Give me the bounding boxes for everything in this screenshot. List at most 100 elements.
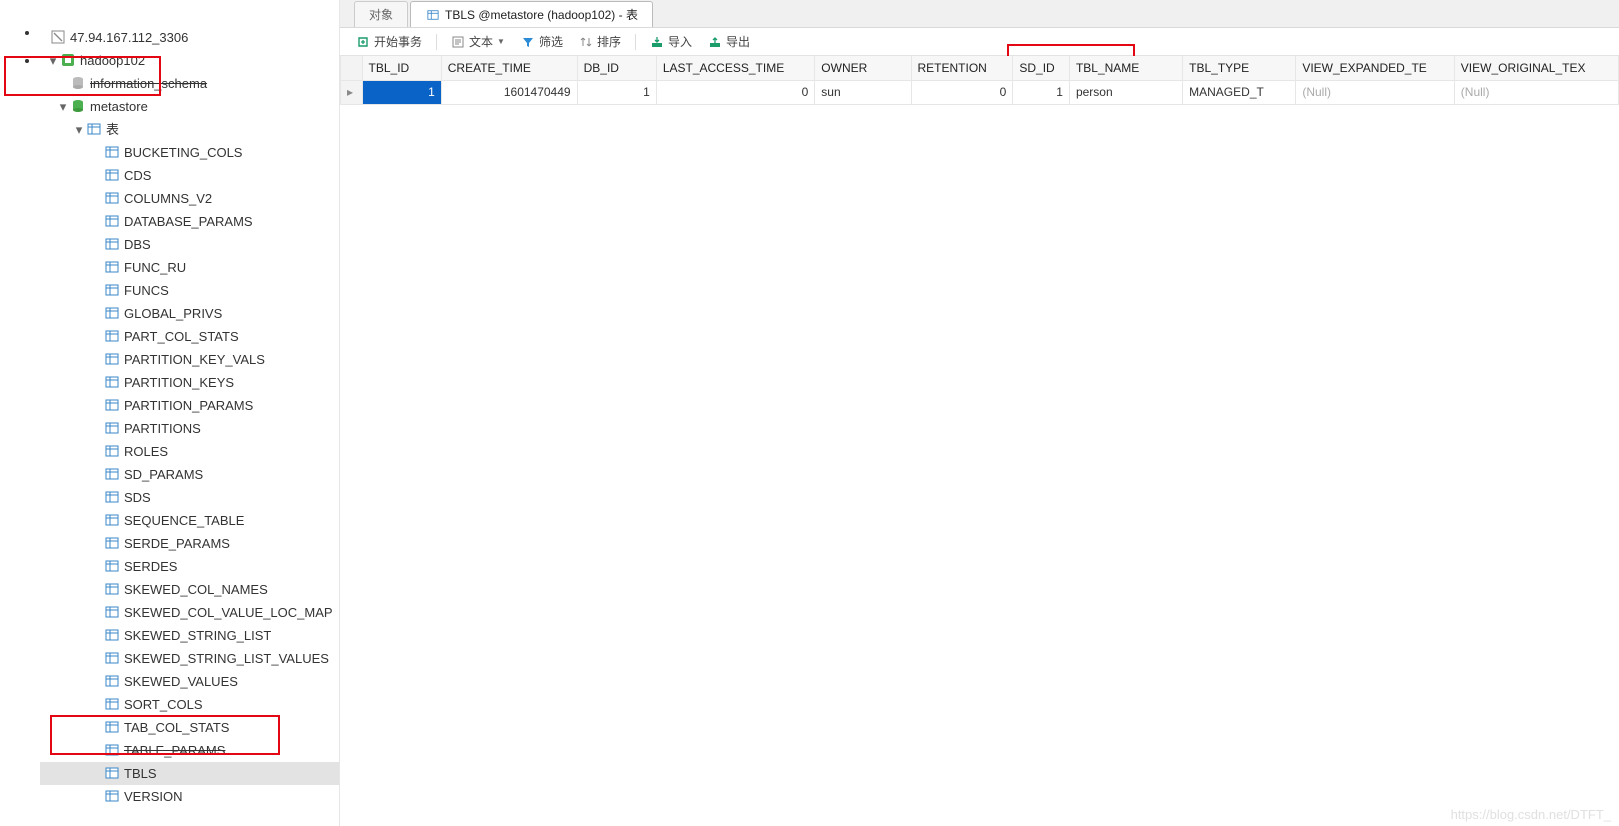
table-item-table_params[interactable]: TABLE_PARAMS xyxy=(40,739,339,762)
table-label: PARTITIONS xyxy=(124,417,201,440)
table-item-skewed_col_value_loc_map[interactable]: SKEWED_COL_VALUE_LOC_MAP xyxy=(40,601,339,624)
chevron-down-icon: ▼ xyxy=(497,37,505,46)
chevron-down-icon: ▾ xyxy=(56,95,70,118)
cell-retention[interactable]: 0 xyxy=(911,80,1013,104)
table-item-skewed_string_list[interactable]: SKEWED_STRING_LIST xyxy=(40,624,339,647)
chevron-down-icon: ▾ xyxy=(72,118,86,141)
table-item-funcs[interactable]: FUNCS xyxy=(40,279,339,302)
table-item-tab_col_stats[interactable]: TAB_COL_STATS xyxy=(40,716,339,739)
table-item-skewed_col_names[interactable]: SKEWED_COL_NAMES xyxy=(40,578,339,601)
table-icon xyxy=(104,259,120,275)
toolbar-label: 文本 xyxy=(469,33,493,50)
table-icon xyxy=(104,719,120,735)
table-item-sequence_table[interactable]: SEQUENCE_TABLE xyxy=(40,509,339,532)
table-item-bucketing_cols[interactable]: BUCKETING_COLS xyxy=(40,141,339,164)
tab-objects[interactable]: 对象 xyxy=(354,1,408,27)
column-header-tbl_name[interactable]: TBL_NAME xyxy=(1069,56,1182,80)
table-label: SD_PARAMS xyxy=(124,463,203,486)
table-label: DATABASE_PARAMS xyxy=(124,210,253,233)
table-icon xyxy=(104,627,120,643)
table-icon xyxy=(104,604,120,620)
cell-tbl_type[interactable]: MANAGED_T xyxy=(1183,80,1296,104)
column-header-sd_id[interactable]: SD_ID xyxy=(1013,56,1070,80)
toolbar-label: 导入 xyxy=(668,33,692,50)
tables-group[interactable]: ▾ 表 xyxy=(40,118,339,141)
table-item-columns_v2[interactable]: COLUMNS_V2 xyxy=(40,187,339,210)
table-icon xyxy=(104,167,120,183)
filter-button[interactable]: 筛选 xyxy=(517,31,567,52)
row-header-corner xyxy=(341,56,363,80)
table-icon xyxy=(104,466,120,482)
cell-last_access_time[interactable]: 0 xyxy=(656,80,814,104)
schema-label: information_schema xyxy=(90,72,207,95)
table-item-tbls[interactable]: TBLS xyxy=(40,762,339,785)
table-item-func_ru[interactable]: FUNC_RU xyxy=(40,256,339,279)
table-label: PART_COL_STATS xyxy=(124,325,239,348)
table-item-skewed_values[interactable]: SKEWED_VALUES xyxy=(40,670,339,693)
connection-closed-47-94[interactable]: 47.94.167.112_3306 xyxy=(40,26,339,49)
table-label: SORT_COLS xyxy=(124,693,203,716)
column-header-tbl_type[interactable]: TBL_TYPE xyxy=(1183,56,1296,80)
column-header-last_access_time[interactable]: LAST_ACCESS_TIME xyxy=(656,56,814,80)
table-icon xyxy=(104,673,120,689)
table-item-partition_keys[interactable]: PARTITION_KEYS xyxy=(40,371,339,394)
table-item-partition_key_vals[interactable]: PARTITION_KEY_VALS xyxy=(40,348,339,371)
table-label: PARTITION_KEYS xyxy=(124,371,234,394)
column-header-owner[interactable]: OWNER xyxy=(815,56,911,80)
table-item-sds[interactable]: SDS xyxy=(40,486,339,509)
table-item-sd_params[interactable]: SD_PARAMS xyxy=(40,463,339,486)
cell-owner[interactable]: sun xyxy=(815,80,911,104)
cell-tbl_id[interactable]: 1 xyxy=(362,80,441,104)
column-header-view_original_tex[interactable]: VIEW_ORIGINAL_TEX xyxy=(1454,56,1618,80)
table-label: FUNCS xyxy=(124,279,169,302)
connection-hadoop102[interactable]: ▾ hadoop102 xyxy=(40,49,339,72)
cell-create_time[interactable]: 1601470449 xyxy=(441,80,577,104)
table-label: TAB_COL_STATS xyxy=(124,716,229,739)
table-item-dbs[interactable]: DBS xyxy=(40,233,339,256)
table-item-roles[interactable]: ROLES xyxy=(40,440,339,463)
column-header-retention[interactable]: RETENTION xyxy=(911,56,1013,80)
table-item-version[interactable]: VERSION xyxy=(40,785,339,808)
cell-sd_id[interactable]: 1 xyxy=(1013,80,1070,104)
cell-view_expanded_te[interactable]: (Null) xyxy=(1296,80,1454,104)
table-item-skewed_string_list_values[interactable]: SKEWED_STRING_LIST_VALUES xyxy=(40,647,339,670)
table-item-global_privs[interactable]: GLOBAL_PRIVS xyxy=(40,302,339,325)
toolbar-label: 导出 xyxy=(726,33,750,50)
toolbar-divider xyxy=(635,34,636,50)
table-item-part_col_stats[interactable]: PART_COL_STATS xyxy=(40,325,339,348)
column-header-create_time[interactable]: CREATE_TIME xyxy=(441,56,577,80)
table-icon xyxy=(104,443,120,459)
export-button[interactable]: 导出 xyxy=(704,31,754,52)
table-label: FUNC_RU xyxy=(124,256,186,279)
text-icon xyxy=(451,35,465,49)
text-mode-button[interactable]: 文本 ▼ xyxy=(447,31,509,52)
schema-metastore[interactable]: ▾ metastore xyxy=(40,95,339,118)
cell-tbl_name[interactable]: person xyxy=(1069,80,1182,104)
table-item-partition_params[interactable]: PARTITION_PARAMS xyxy=(40,394,339,417)
result-grid[interactable]: TBL_IDCREATE_TIMEDB_IDLAST_ACCESS_TIMEOW… xyxy=(340,56,1619,826)
table-icon xyxy=(104,765,120,781)
table-label: VERSION xyxy=(124,785,183,808)
column-header-view_expanded_te[interactable]: VIEW_EXPANDED_TE xyxy=(1296,56,1454,80)
table-item-serde_params[interactable]: SERDE_PARAMS xyxy=(40,532,339,555)
table-item-database_params[interactable]: DATABASE_PARAMS xyxy=(40,210,339,233)
table-item-sort_cols[interactable]: SORT_COLS xyxy=(40,693,339,716)
column-header-tbl_id[interactable]: TBL_ID xyxy=(362,56,441,80)
cell-view_original_tex[interactable]: (Null) xyxy=(1454,80,1618,104)
import-icon xyxy=(650,35,664,49)
table-item-serdes[interactable]: SERDES xyxy=(40,555,339,578)
table-item-partitions[interactable]: PARTITIONS xyxy=(40,417,339,440)
table-icon xyxy=(104,328,120,344)
column-header-db_id[interactable]: DB_ID xyxy=(577,56,656,80)
object-tree-sidebar[interactable]: 47.94.167.112_3306 ▾ hadoop102 xyxy=(0,0,340,826)
table-label: SERDE_PARAMS xyxy=(124,532,230,555)
begin-transaction-button[interactable]: 开始事务 xyxy=(352,31,426,52)
sort-button[interactable]: 排序 xyxy=(575,31,625,52)
table-row[interactable]: ▸1160147044910sun01personMANAGED_T(Null)… xyxy=(341,80,1619,104)
schema-information-schema[interactable]: information_schema xyxy=(40,72,339,95)
table-icon xyxy=(104,742,120,758)
table-item-cds[interactable]: CDS xyxy=(40,164,339,187)
cell-db_id[interactable]: 1 xyxy=(577,80,656,104)
import-button[interactable]: 导入 xyxy=(646,31,696,52)
tab-tbls-table[interactable]: TBLS @metastore (hadoop102) - 表 xyxy=(410,1,653,27)
